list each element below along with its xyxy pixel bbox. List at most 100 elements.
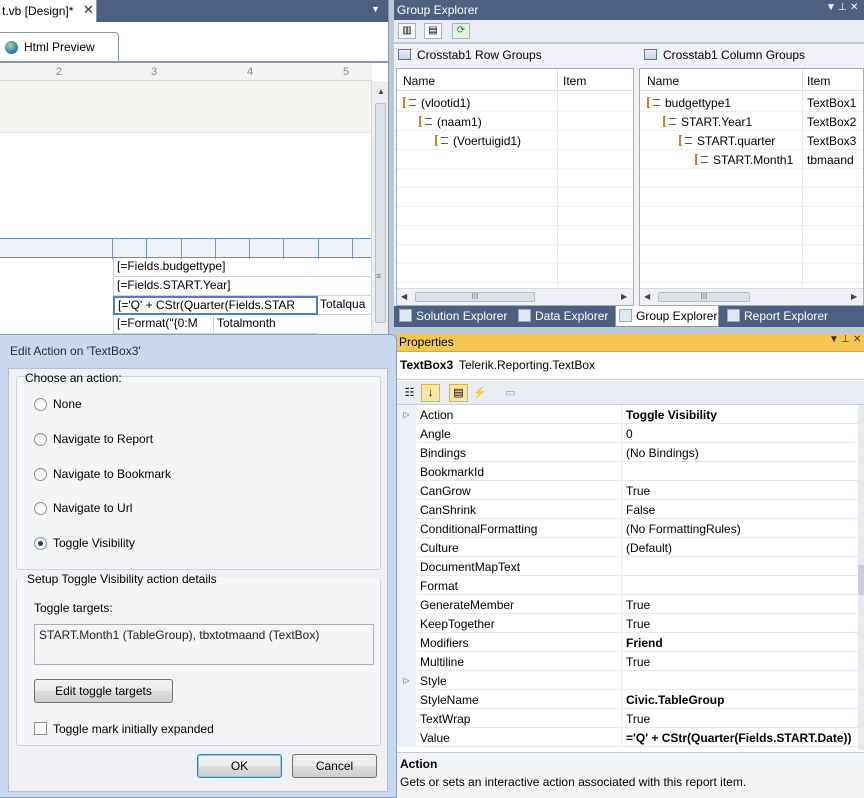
property-value[interactable]: (Default): [623, 538, 858, 557]
column-groups-horizontal-scrollbar[interactable]: ◀ III ▶: [640, 288, 863, 305]
property-row[interactable]: Culture (Default): [397, 538, 858, 557]
cell-total-month[interactable]: Totalmonth: [213, 315, 318, 334]
property-pages-icon[interactable]: ▭: [501, 384, 520, 402]
properties-icon[interactable]: ▤: [449, 384, 468, 402]
expand-icon[interactable]: ▷: [397, 671, 416, 690]
dropdown-icon[interactable]: ▼: [829, 334, 839, 345]
scroll-thumb[interactable]: [858, 565, 864, 595]
chevron-down-icon[interactable]: ▼: [371, 4, 380, 14]
close-icon[interactable]: ✕: [853, 334, 861, 345]
property-row[interactable]: StyleName Civic.TableGroup: [397, 690, 858, 709]
cell-total-quarter[interactable]: Totalqua: [318, 296, 371, 315]
tab-report-explorer[interactable]: Report Explorer: [727, 306, 828, 327]
property-value[interactable]: True: [623, 481, 858, 500]
property-value[interactable]: 0: [623, 424, 858, 443]
table-row[interactable]: START.Year1 TextBox2: [640, 112, 863, 131]
close-icon[interactable]: ✕: [850, 2, 858, 13]
table-row[interactable]: (naam1): [397, 112, 633, 131]
radio-navigate-to-report-label[interactable]: Navigate to Report: [53, 432, 153, 446]
property-row[interactable]: Format: [397, 576, 858, 595]
property-value[interactable]: [623, 557, 858, 576]
property-row[interactable]: TextWrap True: [397, 709, 858, 728]
radio-navigate-to-bookmark-label[interactable]: Navigate to Bookmark: [53, 467, 171, 481]
property-value[interactable]: [623, 671, 858, 690]
property-value[interactable]: True: [623, 595, 858, 614]
property-value[interactable]: [623, 462, 858, 481]
table-row[interactable]: (vlootid1): [397, 93, 633, 112]
report-body-band[interactable]: [0, 134, 371, 238]
pin-icon[interactable]: ⊥: [841, 334, 850, 345]
ok-button[interactable]: OK: [197, 754, 282, 778]
property-value[interactable]: Civic.TableGroup: [623, 690, 858, 709]
property-row[interactable]: DocumentMapText: [397, 557, 858, 576]
radio-none[interactable]: [34, 398, 47, 411]
view-icon[interactable]: ▥: [398, 23, 416, 39]
scroll-thumb[interactable]: III: [658, 292, 750, 302]
scroll-right-icon[interactable]: ▶: [851, 292, 857, 301]
cell-budgettype[interactable]: [=Fields.budgettype]: [113, 258, 371, 277]
refresh-icon[interactable]: ⟳: [452, 23, 470, 39]
tab-data-explorer[interactable]: Data Explorer: [518, 306, 608, 327]
property-row[interactable]: GenerateMember True: [397, 595, 858, 614]
cell-month[interactable]: [=Format("{0:M: [113, 315, 213, 334]
property-row[interactable]: Bindings (No Bindings): [397, 443, 858, 462]
events-icon[interactable]: ⚡: [470, 384, 489, 402]
table-row[interactable]: START.quarter TextBox3: [640, 131, 863, 150]
row-groups-horizontal-scrollbar[interactable]: ◀ III ▶: [397, 288, 633, 305]
column-item-header[interactable]: Item: [563, 74, 586, 88]
designer-vertical-scrollbar[interactable]: ▲ ≡: [371, 81, 388, 336]
categorized-icon[interactable]: ☷: [400, 384, 419, 402]
alphabetical-icon[interactable]: ↓: [421, 384, 440, 402]
edit-toggle-targets-button[interactable]: Edit toggle targets: [34, 679, 173, 703]
property-row[interactable]: Value ='Q' + CStr(Quarter(Fields.START.Da…: [397, 728, 858, 747]
pin-icon[interactable]: ⊥: [838, 2, 847, 13]
property-value[interactable]: True: [623, 614, 858, 633]
initially-expanded-label[interactable]: Toggle mark initially expanded: [53, 722, 214, 736]
column-name-header[interactable]: Name: [647, 74, 679, 88]
initially-expanded-checkbox[interactable]: [34, 722, 47, 735]
cell-quarter-selected[interactable]: [='Q' + CStr(Quarter(Fields.STAR: [113, 296, 318, 315]
column-name-header[interactable]: Name: [403, 74, 435, 88]
table-row[interactable]: budgettype1 TextBox1: [640, 93, 863, 112]
radio-none-label[interactable]: None: [53, 397, 82, 411]
property-row[interactable]: Angle 0: [397, 424, 858, 443]
layout-icon[interactable]: ▤: [424, 23, 442, 39]
property-row[interactable]: Modifiers Friend: [397, 633, 858, 652]
property-value[interactable]: (No FormattingRules): [623, 519, 858, 538]
column-separator[interactable]: [557, 69, 558, 91]
cell-start-year[interactable]: [=Fields.START.Year]: [113, 277, 371, 296]
cancel-button[interactable]: Cancel: [292, 754, 377, 778]
report-header-band[interactable]: [0, 81, 371, 133]
scroll-thumb[interactable]: [375, 103, 386, 323]
property-value[interactable]: Toggle Visibility: [623, 405, 858, 424]
table-row[interactable]: START.Month1 tbmaand: [640, 150, 863, 169]
radio-toggle-visibility[interactable]: [34, 537, 47, 550]
property-value[interactable]: Friend: [623, 633, 858, 652]
property-row[interactable]: CanGrow True: [397, 481, 858, 500]
document-tab[interactable]: t.vb [Design]* ✕: [0, 0, 97, 22]
dropdown-icon[interactable]: ▼: [826, 2, 836, 13]
scroll-left-icon[interactable]: ◀: [401, 292, 407, 301]
radio-navigate-to-url[interactable]: [34, 502, 47, 515]
tab-html-preview[interactable]: Html Preview: [0, 32, 119, 61]
property-row[interactable]: CanShrink False: [397, 500, 858, 519]
table-row[interactable]: (Voertuigid1): [397, 131, 633, 150]
column-separator[interactable]: [802, 69, 803, 91]
property-row[interactable]: ConditionalFormatting (No FormattingRules…: [397, 519, 858, 538]
property-value[interactable]: True: [623, 709, 858, 728]
scroll-right-icon[interactable]: ▶: [621, 292, 627, 301]
expand-icon[interactable]: ▷: [397, 405, 416, 424]
property-row[interactable]: BookmarkId: [397, 462, 858, 481]
crosstab-column-handles[interactable]: [0, 238, 371, 259]
scroll-up-icon[interactable]: ▲: [377, 87, 385, 96]
property-row[interactable]: Multiline True: [397, 652, 858, 671]
property-grid-scrollbar[interactable]: [858, 405, 864, 750]
property-row[interactable]: KeepTogether True: [397, 614, 858, 633]
property-value[interactable]: True: [623, 652, 858, 671]
column-item-header[interactable]: Item: [807, 74, 830, 88]
property-row[interactable]: ▷ Style: [397, 671, 858, 690]
object-selector[interactable]: TextBox3 Telerik.Reporting.TextBox: [397, 352, 864, 380]
scroll-left-icon[interactable]: ◀: [644, 292, 650, 301]
property-value[interactable]: (No Bindings): [623, 443, 858, 462]
property-value[interactable]: ='Q' + CStr(Quarter(Fields.START.Date)): [623, 728, 858, 747]
